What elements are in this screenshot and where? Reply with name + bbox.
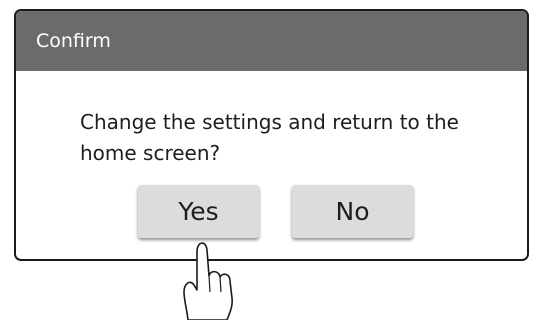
yes-button[interactable]: Yes — [138, 185, 259, 238]
dialog-message: Change the settings and return to the ho… — [80, 110, 459, 165]
dialog-title: Confirm — [16, 11, 527, 71]
no-button[interactable]: No — [292, 185, 413, 238]
confirm-dialog: Confirm Change the settings and return t… — [14, 9, 529, 261]
screen: Confirm Change the settings and return t… — [0, 0, 534, 320]
